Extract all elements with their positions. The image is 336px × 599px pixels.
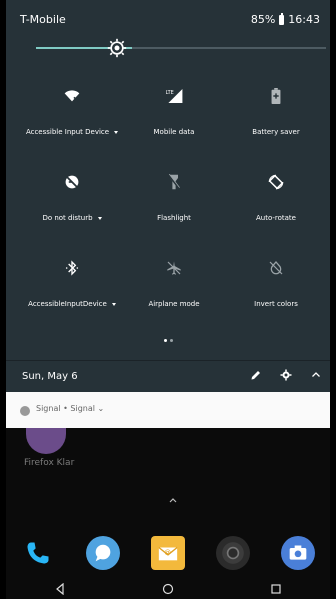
wifi-off-icon xyxy=(18,86,126,106)
phone-screen: T-Mobile 85% 16:43 Accessible Input Devi… xyxy=(6,0,330,599)
chrome-app-icon[interactable] xyxy=(215,536,250,570)
navigation-bar xyxy=(6,578,330,599)
flashlight-off-icon xyxy=(120,172,228,192)
gear-icon[interactable] xyxy=(280,369,292,381)
tile-bluetooth[interactable]: AccessibleInputDevice xyxy=(18,258,126,308)
recents-icon[interactable] xyxy=(271,583,281,594)
home-icon[interactable] xyxy=(162,583,174,595)
bluetooth-icon xyxy=(18,258,126,278)
signal-app-icon xyxy=(20,406,30,416)
notification-header: Signal • Signal ⌄ xyxy=(36,404,105,413)
airplane-off-icon xyxy=(120,258,228,278)
phone-app-icon[interactable] xyxy=(21,536,55,570)
tile-invert-colors[interactable]: Invert colors xyxy=(222,258,330,308)
app-drawer-arrow-icon[interactable] xyxy=(168,495,178,505)
date-bar: Sun, May 6 xyxy=(6,360,330,393)
tile-auto-rotate[interactable]: Auto-rotate xyxy=(222,172,330,222)
carrier-label: T-Mobile xyxy=(20,13,66,26)
firefox-klar-app-icon[interactable] xyxy=(26,428,66,454)
tile-do-not-disturb[interactable]: Do not disturb xyxy=(18,172,126,222)
page-dot[interactable] xyxy=(169,339,173,342)
svg-text:@: @ xyxy=(164,548,170,556)
tile-label: Mobile data xyxy=(153,128,195,136)
battery-icon xyxy=(279,12,285,25)
brightness-thumb-icon[interactable] xyxy=(107,38,127,58)
tile-label: Airplane mode xyxy=(148,300,200,308)
home-screen: Firefox Klar @ xyxy=(6,428,330,599)
qs-actions xyxy=(250,369,322,381)
app-label: Firefox Klar xyxy=(24,458,75,468)
invert-colors-off-icon xyxy=(222,258,330,278)
rotate-icon xyxy=(222,172,330,192)
chevron-down-icon[interactable]: ⌄ xyxy=(98,404,105,413)
tile-label: Do not disturb xyxy=(18,214,126,222)
quick-settings-panel: T-Mobile 85% 16:43 Accessible Input Devi… xyxy=(6,0,330,393)
tile-label: Battery saver xyxy=(252,128,300,136)
tile-mobile-data[interactable]: LTE Mobile data xyxy=(120,86,228,136)
battery-plus-icon xyxy=(222,86,330,106)
tile-label: AccessibleInputDevice xyxy=(18,300,126,308)
svg-text:LTE: LTE xyxy=(166,90,174,96)
date-label: Sun, May 6 xyxy=(22,371,78,382)
tile-label: Flashlight xyxy=(157,214,191,222)
status-right: 85% 16:43 xyxy=(250,12,320,26)
dock: @ xyxy=(6,528,330,578)
page-dot[interactable] xyxy=(163,339,167,342)
battery-percent: 85% xyxy=(250,13,276,26)
tile-airplane-mode[interactable]: Airplane mode xyxy=(120,258,228,308)
tile-battery-saver[interactable]: Battery saver xyxy=(222,86,330,136)
tile-label: Invert colors xyxy=(254,300,298,308)
tile-flashlight[interactable]: Flashlight xyxy=(120,172,228,222)
page-indicator xyxy=(6,339,330,342)
camera-app-icon[interactable] xyxy=(280,536,315,570)
notification-signal[interactable]: Signal • Signal ⌄ xyxy=(6,392,330,428)
messages-app-icon[interactable] xyxy=(86,536,121,570)
brightness-slider[interactable] xyxy=(36,47,326,49)
email-app-icon[interactable]: @ xyxy=(150,536,185,570)
status-bar: T-Mobile 85% 16:43 xyxy=(6,0,330,40)
back-icon[interactable] xyxy=(55,582,65,595)
clock: 16:43 xyxy=(288,13,320,26)
lte-signal-icon: LTE xyxy=(120,86,228,106)
edit-pencil-icon[interactable] xyxy=(250,369,262,381)
tile-wifi[interactable]: Accessible Input Device xyxy=(18,86,126,136)
tile-label: Auto-rotate xyxy=(255,214,296,222)
chevron-up-icon[interactable] xyxy=(310,369,322,381)
dnd-off-icon xyxy=(18,172,126,192)
tile-label: Accessible Input Device xyxy=(18,128,126,136)
